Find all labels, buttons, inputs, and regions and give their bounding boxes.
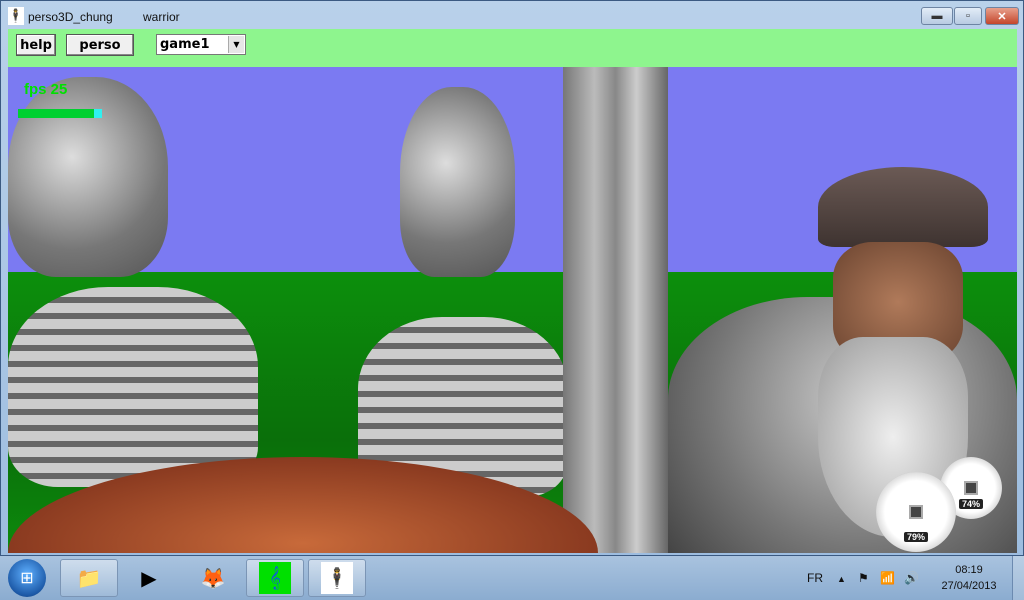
warrior-helmet	[818, 167, 988, 247]
minimize-button[interactable]: ▬	[921, 7, 953, 25]
title-bar[interactable]: 🕴 perso3D_chung warrior ▬ ▫ ✕	[1, 1, 1023, 29]
app-window: 🕴 perso3D_chung warrior ▬ ▫ ✕ help perso…	[0, 0, 1024, 556]
window-title: perso3D_chung	[28, 10, 113, 24]
help-button[interactable]: help	[16, 34, 56, 56]
fps-bar	[18, 109, 102, 118]
clock-date: 27/04/2013	[941, 580, 997, 592]
cpu-gauge[interactable]: 79%	[876, 472, 956, 552]
skeleton-left	[8, 77, 168, 277]
figure-icon: 🕴	[7, 7, 25, 25]
cpu-icon	[909, 505, 923, 519]
taskbar-explorer[interactable]: 📁	[60, 559, 118, 597]
window-subtitle: warrior	[143, 10, 180, 24]
start-button[interactable]: ⊞	[8, 559, 46, 597]
taskbar-media-player[interactable]: ▶	[120, 559, 178, 597]
clock[interactable]: 08:19 27/04/2013	[938, 562, 1000, 594]
skeleton-right	[400, 87, 515, 277]
taskbar-perso3d[interactable]: 🕴	[308, 559, 366, 597]
volume-icon[interactable]: 🔊	[904, 571, 919, 585]
taskbar-firefox[interactable]: 🦊	[184, 559, 242, 597]
sword-blade	[563, 67, 668, 553]
perso-button[interactable]: perso	[66, 34, 134, 56]
show-desktop-button[interactable]	[1012, 556, 1024, 600]
taskbar-music-app[interactable]: 𝄞	[246, 559, 304, 597]
memory-percent: 74%	[958, 499, 984, 509]
figure-icon: 🕴	[321, 562, 353, 594]
taskbar: ⊞ 📁 ▶ 🦊 𝄞 🕴 FR ▲ ⚑ 📶 🔊 08:19 27/04/2013	[0, 556, 1024, 600]
treble-clef-icon: 𝄞	[259, 562, 291, 594]
toolbar: help perso game1 ▼	[8, 29, 1017, 67]
show-hidden-icon[interactable]: ▲	[837, 574, 846, 584]
fps-bar-marker	[94, 109, 102, 118]
cpu-percent: 79%	[903, 532, 929, 542]
maximize-button[interactable]: ▫	[954, 7, 982, 25]
skeleton-left-ribs	[8, 287, 258, 487]
memory-icon	[964, 481, 978, 495]
game-select-value: game1	[160, 37, 210, 52]
close-button[interactable]: ✕	[985, 7, 1019, 25]
flag-icon[interactable]: ⚑	[858, 571, 869, 585]
chevron-down-icon: ▼	[228, 36, 244, 53]
fps-counter: fps 25	[24, 81, 68, 98]
language-indicator[interactable]: FR	[807, 571, 823, 585]
network-icon[interactable]: 📶	[880, 571, 895, 585]
clock-time: 08:19	[955, 564, 983, 576]
3d-viewport[interactable]: fps 25 74% 79%	[8, 67, 1017, 553]
game-select[interactable]: game1 ▼	[156, 34, 246, 55]
